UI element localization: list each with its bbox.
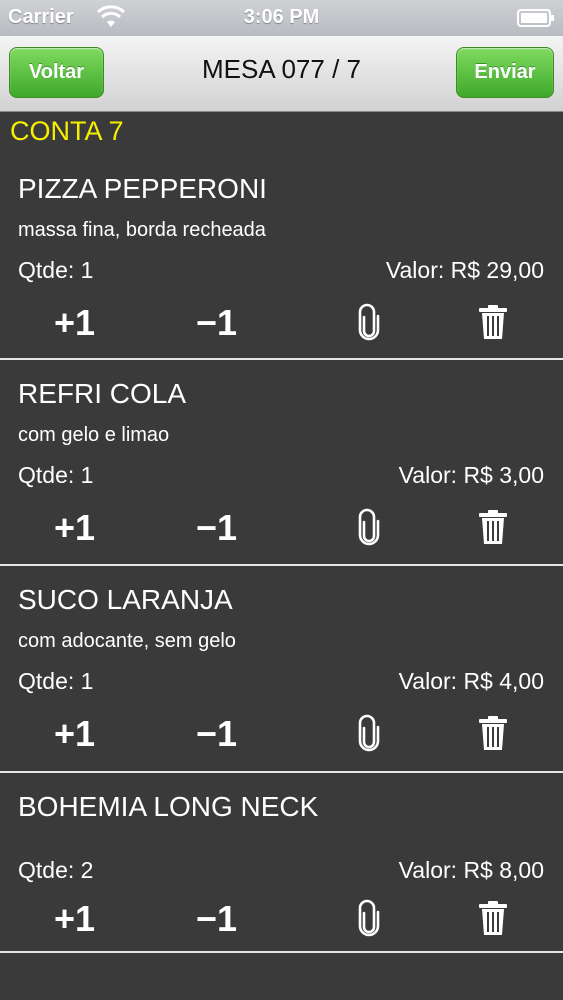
trash-icon[interactable] [477,509,509,545]
item-name: SUCO LARANJA [18,584,233,615]
order-item: REFRI COLA com gelo e limao Qtde: 1 Valor: … [0,360,563,566]
item-quantity: Qtde: 1 [18,257,94,283]
battery-icon [517,9,554,27]
item-name: REFRI COLA [18,378,187,409]
item-name: PIZZA PEPPERONI [18,173,267,204]
item-quantity: Qtde: 1 [18,462,94,488]
increase-quantity-button[interactable]: +1 [54,305,95,341]
paperclip-icon[interactable] [355,303,383,341]
trash-icon[interactable] [477,715,509,751]
order-item-list: PIZZA PEPPERONI massa fina, borda rechead… [0,155,563,953]
decrease-quantity-button[interactable]: −1 [196,305,237,341]
account-label: CONTA 7 [10,116,124,146]
item-price: Valor: R$ 8,00 [398,857,544,883]
paperclip-icon[interactable] [355,714,383,752]
status-bar: Carrier 3:06 PM [0,0,563,36]
paperclip-icon[interactable] [355,899,383,937]
item-note: com gelo e limao [18,424,170,446]
send-button[interactable]: Enviar [456,47,554,98]
trash-icon[interactable] [477,304,509,340]
paperclip-icon[interactable] [355,508,383,546]
item-price: Valor: R$ 29,00 [385,257,544,283]
decrease-quantity-button[interactable]: −1 [196,510,237,546]
increase-quantity-button[interactable]: +1 [54,510,95,546]
item-note: com adocante, sem gelo [18,630,236,652]
increase-quantity-button[interactable]: +1 [54,716,95,752]
item-name: BOHEMIA LONG NECK [18,791,319,822]
item-note: massa fina, borda recheada [18,219,266,241]
order-item: SUCO LARANJA com adocante, sem gelo Qtde: … [0,566,563,773]
trash-icon[interactable] [477,900,509,936]
order-item: BOHEMIA LONG NECK Qtde: 2 Valor: R$ 8,00 +1… [0,773,563,953]
item-price: Valor: R$ 3,00 [398,462,544,488]
item-price: Valor: R$ 4,00 [398,668,544,694]
order-item: PIZZA PEPPERONI massa fina, borda rechead… [0,155,563,360]
item-quantity: Qtde: 1 [18,668,94,694]
navigation-bar: Voltar MESA 077 / 7 Enviar [0,36,563,112]
item-quantity: Qtde: 2 [18,857,94,883]
decrease-quantity-button[interactable]: −1 [196,716,237,752]
increase-quantity-button[interactable]: +1 [54,901,95,937]
status-time: 3:06 PM [243,6,320,28]
decrease-quantity-button[interactable]: −1 [196,901,237,937]
